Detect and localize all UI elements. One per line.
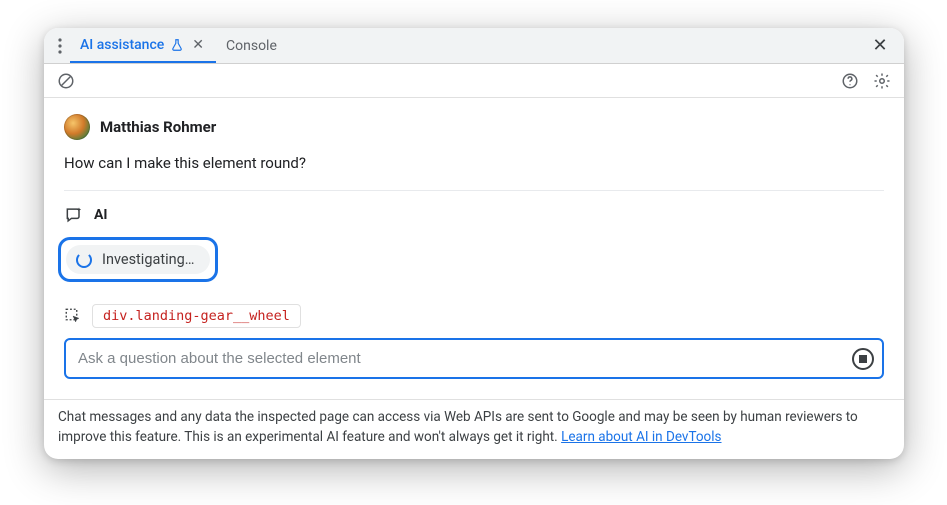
user-name: Matthias Rohmer <box>100 118 216 136</box>
ask-input[interactable] <box>64 338 884 379</box>
tab-console[interactable]: Console <box>216 28 287 63</box>
tab-label: Console <box>226 38 277 54</box>
disclaimer-link[interactable]: Learn about AI in DevTools <box>561 429 721 445</box>
conversation-area: Matthias Rohmer How can I make this elem… <box>44 98 904 399</box>
spinner-icon <box>76 252 92 268</box>
flask-icon <box>170 38 184 52</box>
cancel-icon[interactable] <box>54 69 78 93</box>
avatar <box>64 114 90 140</box>
stop-button[interactable] <box>852 348 874 370</box>
disclaimer: Chat messages and any data the inspected… <box>44 399 904 459</box>
selected-element-chip[interactable]: div.landing-gear__wheel <box>92 304 301 328</box>
context-row: div.landing-gear__wheel <box>64 304 884 328</box>
toolbar <box>44 64 904 98</box>
status-text: Investigating… <box>102 251 194 268</box>
disclaimer-text: Chat messages and any data the inspected… <box>58 409 858 445</box>
devtools-panel: AI assistance ✕ Console ✕ Matthias Rohme… <box>44 28 904 459</box>
user-question: How can I make this element round? <box>64 154 884 172</box>
select-element-icon[interactable] <box>64 307 82 325</box>
ask-input-container <box>64 338 884 379</box>
help-icon[interactable] <box>838 69 862 93</box>
tab-ai-assistance[interactable]: AI assistance ✕ <box>70 28 216 63</box>
tab-label: AI assistance <box>80 37 164 53</box>
sparkle-chat-icon <box>64 205 84 225</box>
user-header: Matthias Rohmer <box>64 114 884 140</box>
close-panel-button[interactable]: ✕ <box>866 32 894 60</box>
more-menu-button[interactable] <box>50 32 70 60</box>
gear-icon[interactable] <box>870 69 894 93</box>
close-tab-button[interactable]: ✕ <box>190 37 206 53</box>
ai-header: AI <box>64 205 884 225</box>
tab-bar: AI assistance ✕ Console ✕ <box>44 28 904 64</box>
divider <box>64 190 884 191</box>
status-pill: Investigating… <box>66 245 210 274</box>
ai-label: AI <box>94 207 108 223</box>
status-highlight: Investigating… <box>58 237 218 282</box>
